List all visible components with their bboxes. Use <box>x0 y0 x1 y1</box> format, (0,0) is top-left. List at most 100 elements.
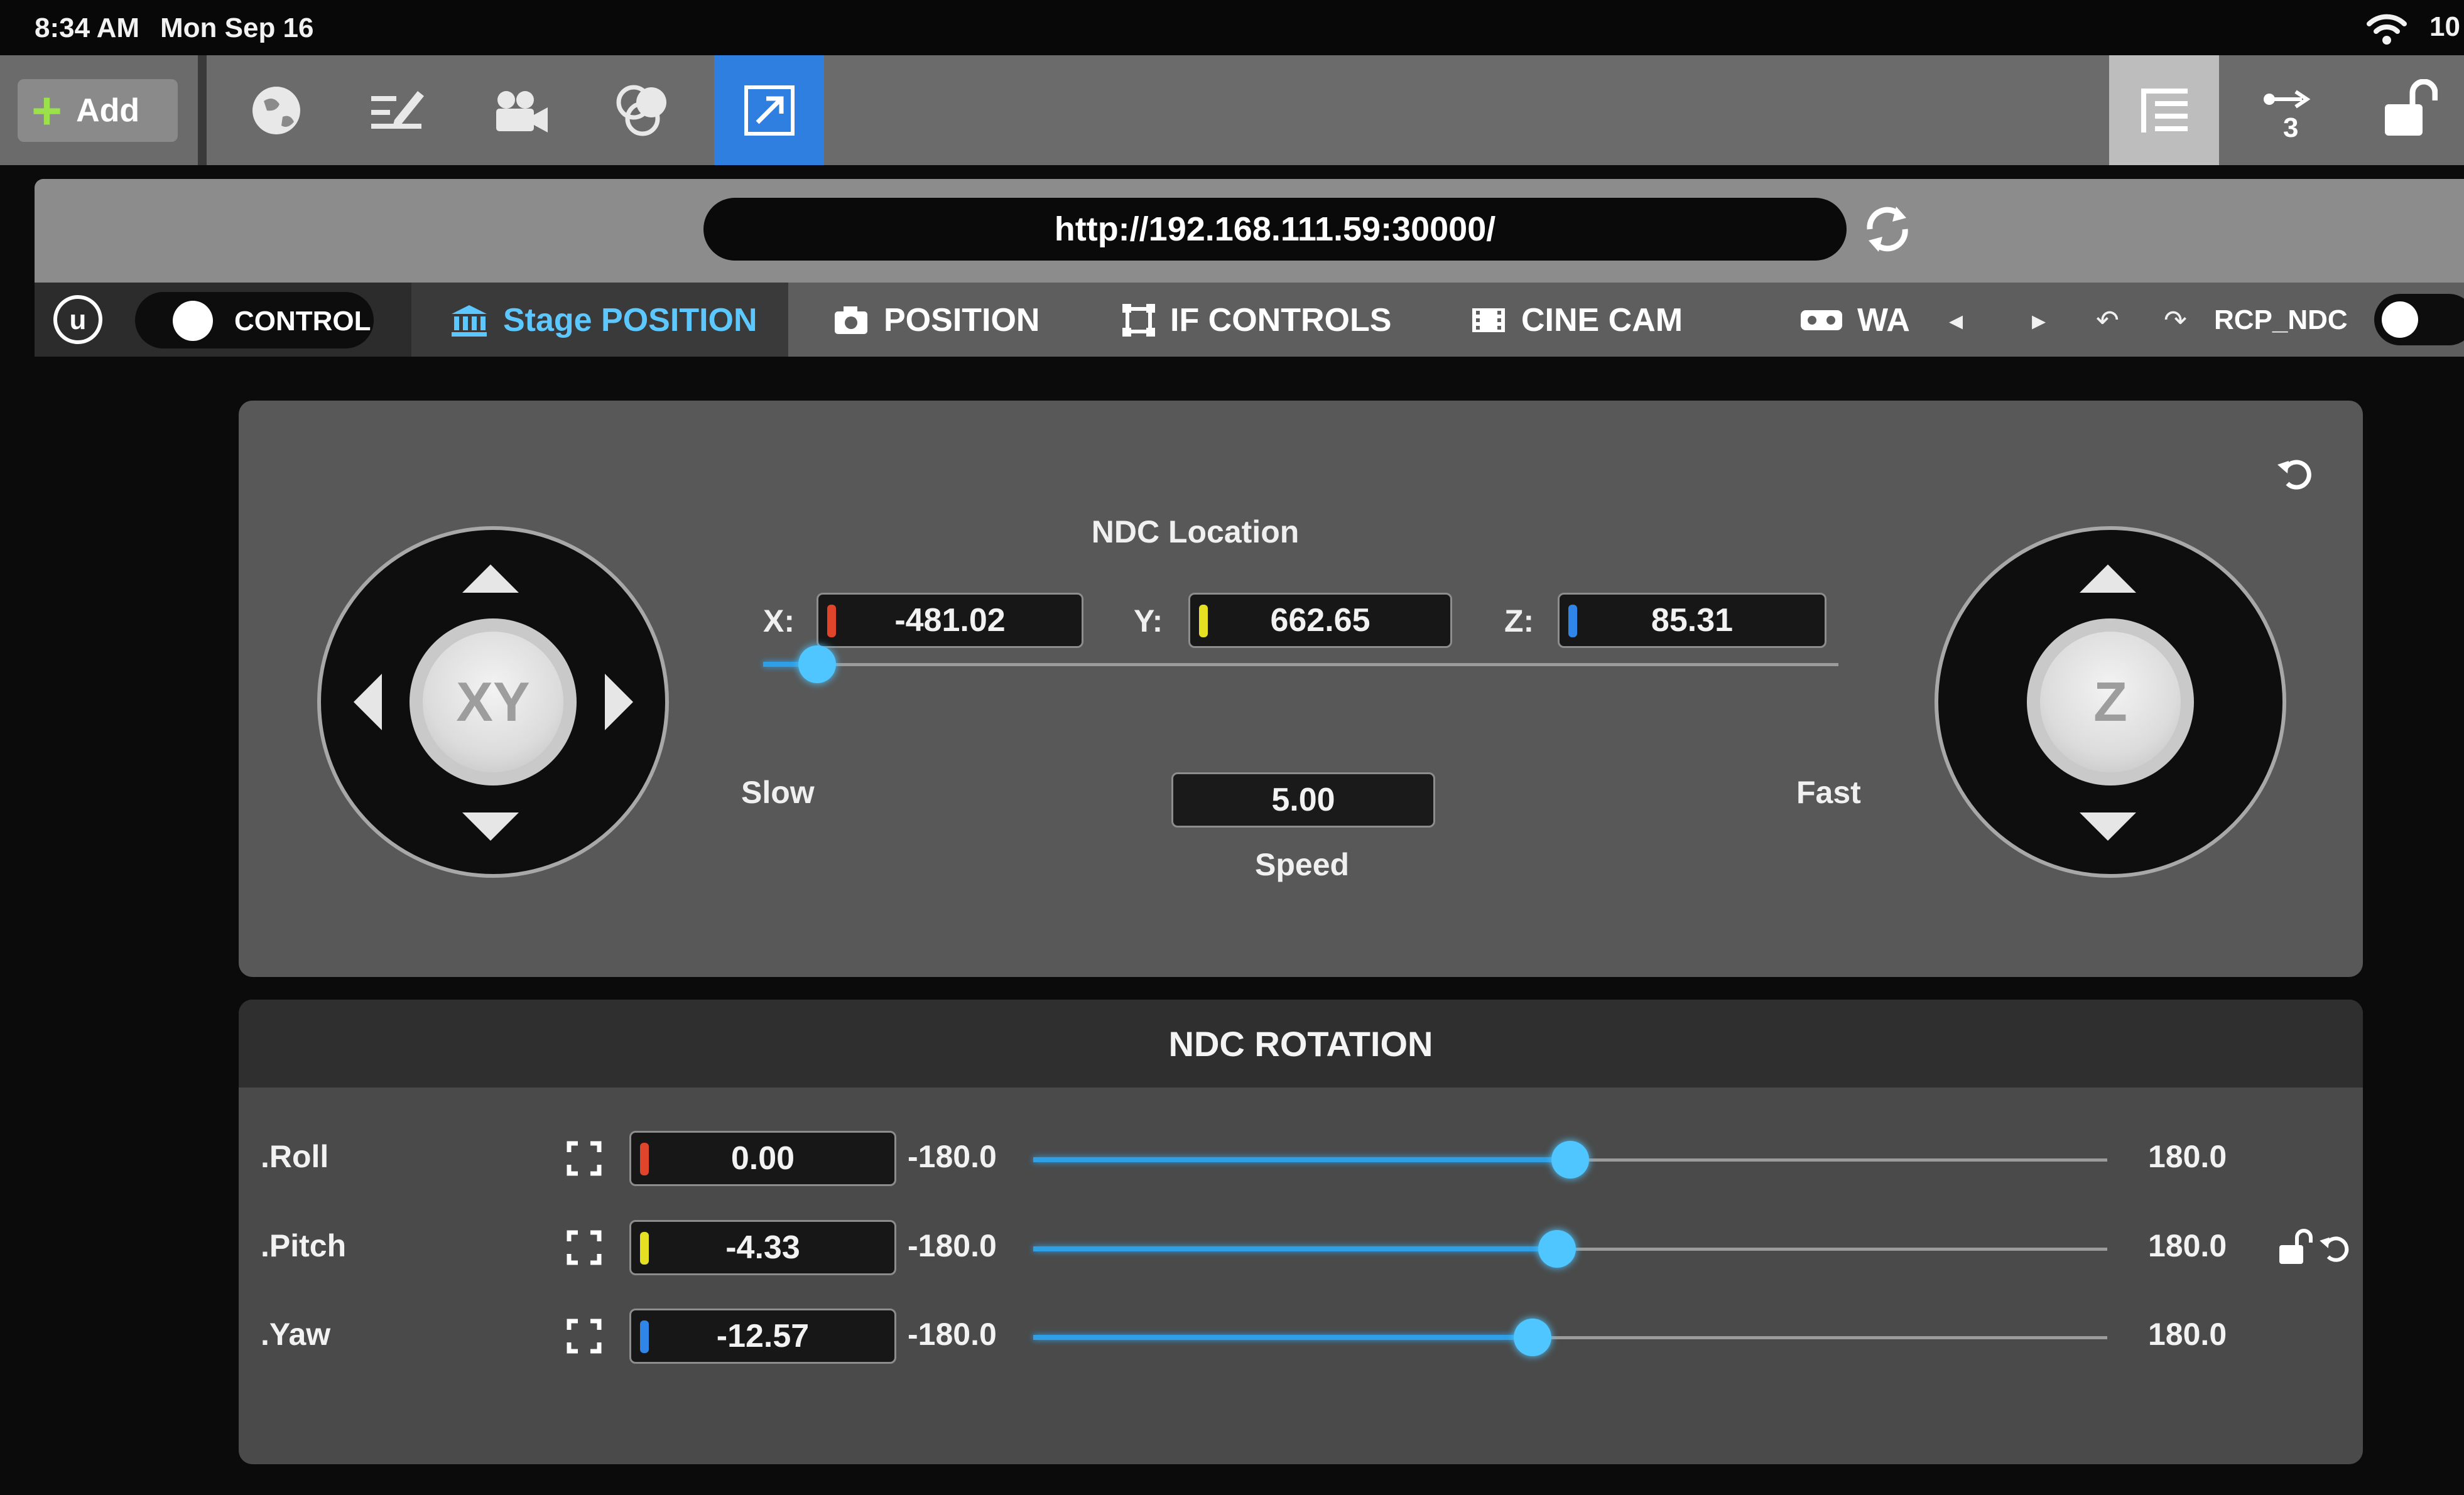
frame-icon <box>1122 304 1155 337</box>
speed-field[interactable]: 5.00 <box>1171 772 1435 828</box>
unreal-logo-icon: u <box>52 294 104 348</box>
z-joystick[interactable]: Z <box>1935 526 2286 878</box>
slider-thumb[interactable] <box>1514 1319 1551 1356</box>
x-value: -481.02 <box>894 602 1006 639</box>
y-field[interactable]: 662.65 <box>1188 593 1452 648</box>
reset-icon[interactable] <box>2274 451 2318 495</box>
right-arrow-icon[interactable] <box>605 674 633 730</box>
rotation-value-field[interactable]: 0.00 <box>629 1131 896 1186</box>
connections-count: 3 <box>2283 112 2298 142</box>
preset-name: RCP_NDC <box>2214 305 2348 335</box>
slider-thumb[interactable] <box>798 645 836 683</box>
toggle-knob <box>2382 301 2418 338</box>
z-value: 85.31 <box>1651 602 1734 639</box>
x-field[interactable]: -481.02 <box>817 593 1083 648</box>
slider-thumb[interactable] <box>1551 1141 1589 1179</box>
preset-lock-toggle[interactable] <box>2374 294 2464 345</box>
rotation-slider[interactable] <box>1033 1319 2107 1356</box>
y-value: 662.65 <box>1270 602 1370 639</box>
url-field[interactable]: http://192.168.111.59:30000/ <box>703 198 1847 261</box>
fast-label: Fast <box>1796 775 1861 810</box>
scroll-right-icon[interactable]: ▸ <box>2032 305 2046 337</box>
rotation-value-field[interactable]: -4.33 <box>629 1220 896 1275</box>
z-field[interactable]: 85.31 <box>1558 593 1826 648</box>
fit-frame-icon[interactable] <box>567 1230 602 1265</box>
tree-list-icon <box>2141 88 2188 132</box>
rotation-value: 0.00 <box>730 1140 795 1177</box>
refresh-icon <box>1867 207 1908 252</box>
z-axis-color-chip <box>1568 605 1577 637</box>
xy-joystick[interactable]: XY <box>317 526 669 878</box>
plus-icon: + <box>31 81 63 140</box>
slider-min-label: -180.0 <box>908 1317 997 1352</box>
toggle-knob <box>173 301 213 341</box>
control-toggle[interactable]: CONTROL <box>135 292 374 348</box>
unlock-icon <box>2384 78 2438 136</box>
rotation-row-label: .Yaw <box>261 1317 331 1352</box>
control-toggle-label: CONTROL <box>234 306 371 337</box>
up-arrow-icon[interactable] <box>2080 564 2136 593</box>
xy-joystick-knob[interactable]: XY <box>423 632 563 772</box>
slider-max-label: 180.0 <box>2148 1228 2227 1263</box>
up-arrow-icon[interactable] <box>462 564 519 593</box>
tab-if-controls[interactable]: IF CONTROLS <box>1121 301 1391 339</box>
tab-stage-position[interactable]: Stage POSITION <box>449 301 757 339</box>
rotation-title: NDC ROTATION <box>1168 1023 1433 1064</box>
rotation-value-field[interactable]: -12.57 <box>629 1309 896 1364</box>
speed-slider[interactable] <box>763 645 1838 683</box>
fit-frame-icon[interactable] <box>567 1141 602 1176</box>
camera-button[interactable] <box>465 55 575 165</box>
slider-thumb[interactable] <box>1538 1230 1576 1268</box>
tab-wa[interactable]: WA <box>1799 301 1910 339</box>
axis-color-chip <box>640 1232 649 1265</box>
slider-min-label: -180.0 <box>908 1228 997 1263</box>
edit-list-icon <box>371 90 424 129</box>
rotation-row: .Roll 0.00 -180.0 180.0 <box>239 1128 2363 1191</box>
down-arrow-icon[interactable] <box>2080 812 2136 841</box>
battery-percent: 10 <box>2429 11 2460 42</box>
left-arrow-icon[interactable] <box>354 674 382 730</box>
connections-button[interactable]: 3 <box>2233 55 2343 165</box>
toolbar-divider <box>198 55 207 165</box>
globe-icon <box>252 86 300 134</box>
rotation-row-label: .Pitch <box>261 1228 347 1263</box>
rotation-slider[interactable] <box>1033 1141 2107 1179</box>
y-label: Y: <box>1134 603 1163 639</box>
globe-button[interactable] <box>221 55 331 165</box>
fit-frame-icon[interactable] <box>567 1319 602 1354</box>
rotation-value: -12.57 <box>716 1318 810 1354</box>
layout-button[interactable] <box>2109 55 2219 165</box>
wifi-icon <box>2367 11 2407 50</box>
add-button[interactable]: + Add <box>18 79 178 142</box>
ndc-location-panel: NDC Location XY Z X: -481.02 Y: 662.65 Z… <box>239 401 2363 977</box>
slider-max-label: 180.0 <box>2148 1139 2227 1174</box>
scroll-left-icon[interactable]: ◂ <box>1949 305 1963 337</box>
external-link-icon <box>744 85 795 136</box>
z-label: Z: <box>1504 603 1534 639</box>
undo-icon[interactable]: ↶ <box>2096 305 2119 337</box>
refresh-button[interactable] <box>1856 198 1919 264</box>
rotation-slider[interactable] <box>1033 1230 2107 1268</box>
tab-bar: u CONTROL Stage POSITION POSITION IF CON… <box>35 283 2464 357</box>
lock-button[interactable] <box>2354 55 2464 165</box>
redo-icon[interactable]: ↷ <box>2164 305 2187 337</box>
connection-icon: 3 <box>2263 90 2310 142</box>
external-link-button[interactable] <box>714 55 824 165</box>
reset-icon[interactable] <box>2316 1229 2354 1266</box>
rotation-row: .Yaw -12.57 -180.0 180.0 <box>239 1306 2363 1369</box>
slow-label: Slow <box>741 775 815 810</box>
unlock-icon[interactable] <box>2277 1229 2315 1266</box>
slider-track <box>763 663 1838 666</box>
status-date: Mon Sep 16 <box>160 13 314 43</box>
x-label: X: <box>763 603 795 639</box>
tab-label: CINE CAM <box>1521 302 1683 338</box>
z-joystick-knob[interactable]: Z <box>2040 632 2181 772</box>
tab-position[interactable]: POSITION <box>832 301 1039 339</box>
slider-max-label: 180.0 <box>2148 1317 2227 1352</box>
tab-cine-cam[interactable]: CINE CAM <box>1470 301 1683 339</box>
rotation-value: -4.33 <box>725 1229 800 1266</box>
slider-fill <box>1033 1335 1533 1340</box>
edit-button[interactable] <box>342 55 452 165</box>
color-button[interactable] <box>587 55 697 165</box>
down-arrow-icon[interactable] <box>462 812 519 841</box>
